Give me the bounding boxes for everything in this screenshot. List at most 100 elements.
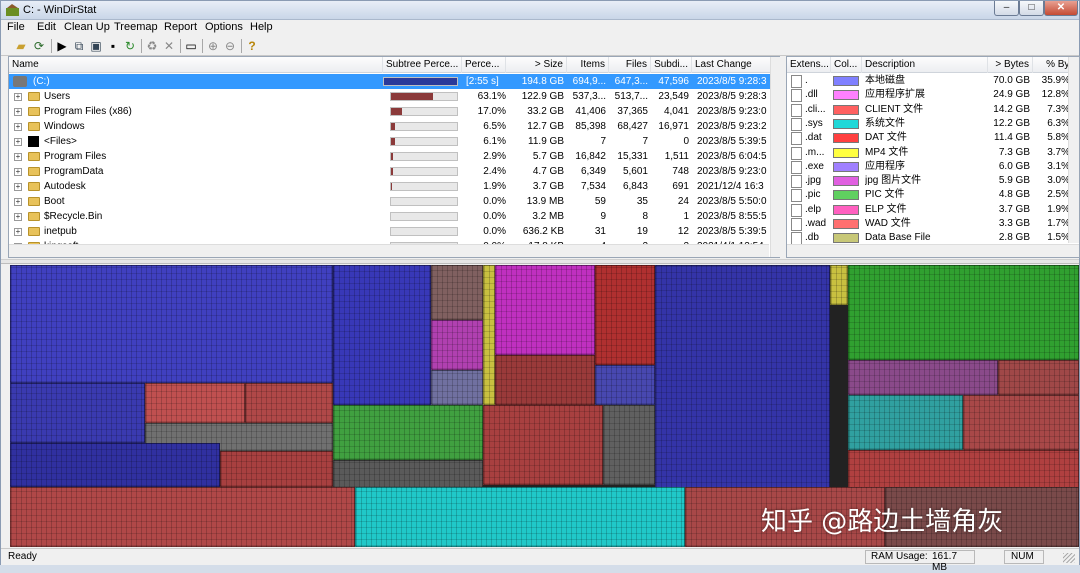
expand-icon[interactable]: + [14,108,22,116]
menu-treemap[interactable]: Treemap [114,21,158,33]
refresh-all-icon[interactable]: ⟳ [31,38,47,54]
treemap-tile[interactable] [830,265,848,305]
recycle-icon[interactable]: ♻ [144,38,160,54]
col-subdirs[interactable]: Subdi... [651,57,692,73]
treemap-tile[interactable] [431,265,483,320]
treemap-tile[interactable] [595,265,655,365]
treemap-tile[interactable] [333,405,483,460]
expand-icon[interactable]: + [14,168,22,176]
expand-icon[interactable]: + [14,93,22,101]
col-name[interactable]: Name [9,57,383,73]
col-files[interactable]: Files [609,57,651,73]
menu-help[interactable]: Help [250,21,273,33]
col-items[interactable]: Items [567,57,609,73]
copy-path-icon[interactable]: ⧉ [71,38,87,54]
col-color[interactable]: Col... [831,57,862,73]
col-percent[interactable]: Perce... [462,57,506,73]
col-description[interactable]: Description [862,57,988,73]
extension-row[interactable]: .pic PIC 文件 4.8 GB 2.5% [787,188,1079,203]
treemap-tile[interactable] [483,405,603,485]
treemap-tile[interactable] [848,265,1079,360]
table-row[interactable]: + Boot 0.0% 13.9 MB 59 35 24 2023/8/5 5:50:0 [9,194,779,209]
extension-row[interactable]: .dll 应用程序扩展 24.9 GB 12.8% [787,88,1079,103]
treemap-tile[interactable] [495,355,595,405]
expand-icon[interactable]: + [14,183,22,191]
extension-row[interactable]: .cli... CLIENT 文件 14.2 GB 7.3% [787,103,1079,117]
expand-icon[interactable]: + [14,198,22,206]
title-bar[interactable]: C: - WinDirStat – □ ✕ [1,1,1079,20]
extension-row[interactable]: . 本地磁盘 70.0 GB 35.9% [787,74,1079,88]
extension-row[interactable]: .elp ELP 文件 3.7 GB 1.9% [787,203,1079,217]
col-extension[interactable]: Extens... [787,57,831,73]
treemap-tile[interactable] [495,265,595,355]
extension-row[interactable]: .dat DAT 文件 11.4 GB 5.8% [787,131,1079,146]
treemap-tile[interactable] [655,265,830,490]
menu-options[interactable]: Options [205,21,243,33]
minimize-button[interactable]: – [994,1,1019,16]
treemap-tile[interactable] [483,265,495,405]
menu-clean-up[interactable]: Clean Up [64,21,110,33]
table-row[interactable]: + ProgramData 2.4% 4.7 GB 6,349 5,601 748 2023/… [9,164,779,179]
menu-edit[interactable]: Edit [37,21,56,33]
treemap-tile[interactable] [145,383,245,423]
refresh-icon[interactable]: ↻ [122,38,138,54]
delete-icon[interactable]: ✕ [161,38,177,54]
table-row[interactable]: + Autodesk 1.9% 3.7 GB 7,534 6,843 691 2021/12/… [9,179,779,194]
treemap-tile[interactable] [848,395,963,450]
treemap-tile[interactable] [10,383,145,443]
table-row[interactable]: + inetpub 0.0% 636.2 KB 31 19 12 2023/8/5 5:39:… [9,224,779,239]
menu-file[interactable]: File [7,21,25,33]
treemap-tile[interactable] [245,383,333,423]
expand-icon[interactable]: + [14,153,22,161]
treemap-tile[interactable] [355,487,685,547]
table-row[interactable]: + Users 63.1% 122.9 GB 537,3... 513,7... 23,54… [9,89,779,104]
expand-icon[interactable]: + [14,228,22,236]
resize-grip[interactable] [1063,553,1075,563]
col-bytes[interactable]: > Bytes [988,57,1033,73]
help-icon[interactable]: ? [244,38,260,54]
col-size[interactable]: > Size [506,57,567,73]
directory-list[interactable]: Name Subtree Perce... Perce... > Size It… [8,56,780,258]
treemap-tile[interactable] [10,443,220,487]
extension-row[interactable]: .m... MP4 文件 7.3 GB 3.7% [787,146,1079,160]
treemap-tile[interactable] [333,460,483,488]
directory-vertical-scrollbar[interactable] [770,57,780,257]
treemap-tile[interactable] [431,370,483,405]
treemap-tile[interactable] [603,405,655,485]
table-row[interactable]: + Program Files 2.9% 5.7 GB 16,842 15,331 1,51… [9,149,779,164]
extension-vertical-scrollbar[interactable] [1068,57,1079,243]
zoom-out-icon[interactable]: ⊖ [222,38,238,54]
table-row[interactable]: + Program Files (x86) 17.0% 33.2 GB 41,406 37… [9,104,779,119]
treemap-tile[interactable] [333,265,431,405]
extension-list[interactable]: Extens... Col... Description > Bytes % B… [786,56,1080,258]
explorer-icon[interactable]: ▣ [88,38,104,54]
close-button[interactable]: ✕ [1044,1,1078,16]
col-last-change[interactable]: Last Change [692,57,779,73]
treemap-tile[interactable] [848,360,998,395]
properties-icon[interactable]: ▭ [183,38,199,54]
maximize-button[interactable]: □ [1019,1,1044,16]
treemap-tile[interactable] [10,487,355,547]
treemap-tile[interactable] [431,320,483,370]
zoom-in-icon[interactable]: ⊕ [205,38,221,54]
table-row[interactable]: (C:) [2:55 s] 194.8 GB 694,9... 647,3... 47,5… [9,74,779,89]
open-icon[interactable]: ▰ [13,38,29,54]
treemap-tile[interactable] [595,365,655,405]
treemap-tile[interactable] [998,360,1079,395]
expand-icon[interactable]: + [14,123,22,131]
play-icon[interactable]: ▶ [54,38,70,54]
extension-row[interactable]: .exe 应用程序 6.0 GB 3.1% [787,160,1079,174]
extension-horizontal-scrollbar[interactable] [787,244,1079,257]
menu-report[interactable]: Report [164,21,197,33]
expand-icon[interactable]: + [14,138,22,146]
treemap-tile[interactable] [963,395,1079,450]
table-row[interactable]: + <Files> 6.1% 11.9 GB 7 7 0 2023/8/5 5:39:5 [9,134,779,149]
cmd-prompt-icon[interactable]: ▪ [105,38,121,54]
extension-row[interactable]: .wad WAD 文件 3.3 GB 1.7% [787,217,1079,231]
extension-row[interactable]: .sys 系统文件 12.2 GB 6.3% [787,117,1079,131]
directory-horizontal-scrollbar[interactable] [9,244,769,257]
col-subtree-percent[interactable]: Subtree Perce... [383,57,462,73]
extension-row[interactable]: .jpg jpg 图片文件 5.9 GB 3.0% [787,174,1079,189]
treemap-tile[interactable] [220,451,333,487]
table-row[interactable]: + $Recycle.Bin 0.0% 3.2 MB 9 8 1 2023/8/5 8:55:… [9,209,779,224]
